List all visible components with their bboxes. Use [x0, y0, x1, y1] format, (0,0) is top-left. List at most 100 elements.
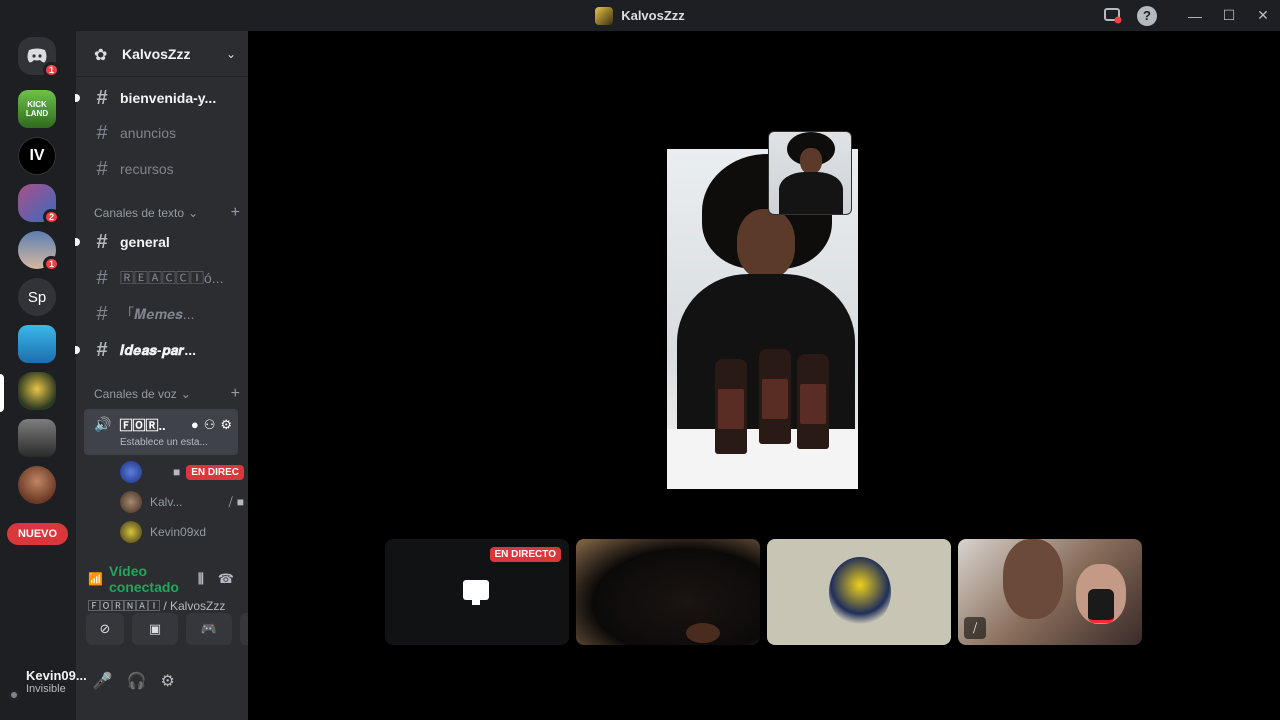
- voice-user-kevin[interactable]: Kevin09xd: [120, 519, 244, 545]
- hash-icon: #: [96, 302, 108, 325]
- channel-name: 𝑰𝒅𝒆𝒂𝒔-𝒑𝒂𝒓...: [120, 341, 197, 358]
- selected-server-pill: [0, 374, 4, 412]
- voice-status-text[interactable]: Establece un esta...: [84, 437, 238, 448]
- voice-user-kalv[interactable]: Kalv... ⧸ ■: [120, 489, 244, 515]
- inbox-icon[interactable]: [1096, 0, 1130, 31]
- notification-badge: 1: [42, 62, 60, 78]
- channel-name: recursos: [120, 161, 174, 177]
- channel-anuncios[interactable]: # anuncios: [84, 117, 244, 149]
- category-voice-channels[interactable]: Canales de voz ⌄ +: [94, 385, 240, 402]
- channel-name: anuncios: [120, 125, 177, 141]
- channel-recursos[interactable]: # recursos: [84, 153, 244, 185]
- screen-share-icon[interactable]: ▣: [132, 613, 178, 645]
- server-10[interactable]: [18, 466, 56, 504]
- channel-name: general: [120, 234, 170, 250]
- voice-user-name: Kevin09xd: [150, 525, 207, 539]
- chat-icon[interactable]: ●: [191, 417, 199, 433]
- avatar: [120, 521, 142, 543]
- server-kick-land[interactable]: KICK LAND: [18, 90, 56, 128]
- speaker-icon: 🔊: [94, 416, 112, 432]
- video-stage: EN DIRECTO ⧸: [248, 31, 1280, 720]
- server-guide-icon: ✿: [94, 46, 108, 64]
- channel-ideas[interactable]: # 𝑰𝒅𝒆𝒂𝒔-𝒑𝒂𝒓...: [75, 334, 244, 366]
- video-tile-camera-2[interactable]: ⧸: [958, 539, 1142, 645]
- hash-icon: #: [96, 157, 108, 180]
- status-indicator: [8, 689, 20, 701]
- user-panel: Kevin09... Invisible 🎤 🎧 ⚙: [8, 650, 175, 712]
- video-content: [737, 209, 795, 279]
- picture-in-picture-video[interactable]: [768, 131, 852, 215]
- activity-icon[interactable]: 🎮: [186, 613, 232, 645]
- live-badge: EN DIREC: [186, 464, 244, 480]
- avatar: [829, 557, 891, 627]
- chevron-down-icon: ⌄: [180, 387, 191, 401]
- microphone-icon[interactable]: 🎤: [93, 671, 113, 691]
- channel-general[interactable]: # general: [75, 226, 244, 258]
- server-sp[interactable]: Sp: [18, 278, 56, 316]
- server-label: Sp: [27, 288, 47, 306]
- mic-muted-icon: ⧸: [964, 617, 986, 639]
- unread-indicator: [75, 238, 80, 246]
- server-4[interactable]: 2: [18, 184, 60, 225]
- avatar: [120, 461, 142, 483]
- video-tile-screen-share[interactable]: EN DIRECTO: [385, 539, 569, 645]
- new-unreads-pill[interactable]: NUEVO: [7, 523, 68, 545]
- video-content: [715, 359, 747, 454]
- voice-connection-panel: 📶 Vídeo conectado ⫼ ☎ 🄵🄾🅁🄽🄰🄸 / KalvosZzz…: [84, 555, 286, 655]
- video-tile-camera[interactable]: [576, 539, 760, 645]
- user-info[interactable]: Kevin09... Invisible: [26, 668, 87, 695]
- connection-location[interactable]: 🄵🄾🅁🄽🄰🄸 / KalvosZzz: [84, 595, 238, 614]
- hash-icon: #: [96, 266, 108, 289]
- category-label: Canales de voz: [94, 387, 177, 401]
- hash-icon: #: [96, 230, 108, 253]
- add-channel-icon[interactable]: +: [231, 204, 240, 222]
- channel-reacciones[interactable]: # 🅁🄴🄰🄲🄲🄸ó...: [84, 262, 244, 294]
- gear-icon[interactable]: ⚙: [161, 671, 175, 691]
- help-icon[interactable]: ?: [1130, 0, 1164, 31]
- server-5[interactable]: 1: [18, 231, 60, 272]
- minimize-icon[interactable]: —: [1178, 0, 1212, 31]
- category-label: Canales de texto: [94, 206, 185, 220]
- camera-icon: ■: [172, 465, 181, 479]
- server-kalvoszzz[interactable]: [18, 372, 56, 410]
- server-iv-studios[interactable]: IV: [18, 137, 56, 175]
- maximize-icon[interactable]: ☐: [1212, 0, 1246, 31]
- channel-bienvenida[interactable]: # bienvenida-y...: [75, 82, 244, 114]
- voice-channel-active[interactable]: 🔊 🄵🄾🅁... ● ⚇ ⚙ Establece un esta...: [84, 409, 238, 455]
- gear-icon[interactable]: ⚙: [220, 417, 232, 433]
- screen-share-icon: [463, 580, 489, 605]
- notification-badge: 1: [42, 256, 60, 272]
- invite-icon[interactable]: ⚇: [204, 417, 216, 433]
- channel-name: 🅁🄴🄰🄲🄲🄸ó...: [120, 270, 224, 286]
- channel-memes[interactable]: # 「𝑴𝒆𝒎𝒆𝒔...: [84, 298, 244, 330]
- discord-home-icon[interactable]: 1: [18, 37, 60, 78]
- chevron-down-icon: ⌄: [225, 46, 236, 61]
- server-7[interactable]: [18, 325, 56, 363]
- server-label: IV: [29, 147, 45, 164]
- guild-header[interactable]: ✿ KalvosZzz ⌄: [76, 31, 248, 77]
- voice-channel-name: 🄵🄾🅁...: [119, 418, 166, 433]
- unread-indicator: [75, 346, 80, 354]
- live-badge: EN DIRECTO: [489, 547, 561, 562]
- connection-status: Vídeo conectado: [108, 563, 179, 595]
- category-text-channels[interactable]: Canales de texto ⌄ +: [94, 204, 240, 221]
- disconnect-icon[interactable]: ☎: [218, 571, 234, 587]
- close-icon[interactable]: ✕: [1246, 0, 1280, 31]
- voice-user-live[interactable]: ■ EN DIREC: [120, 459, 244, 485]
- window-title-text: KalvosZzz: [621, 8, 685, 23]
- hash-icon: #: [96, 121, 108, 144]
- mic-muted-icon: ⧸: [228, 494, 233, 509]
- video-tile-avatar[interactable]: [767, 539, 951, 645]
- camera-off-icon[interactable]: ⊘: [86, 613, 124, 645]
- server-9[interactable]: [18, 419, 56, 457]
- headphones-icon[interactable]: 🎧: [127, 671, 147, 691]
- guild-name: KalvosZzz: [122, 45, 191, 62]
- user-name: Kevin09...: [26, 667, 87, 683]
- noise-suppression-icon[interactable]: ⫼: [198, 571, 204, 587]
- add-channel-icon[interactable]: +: [231, 385, 240, 403]
- signal-icon[interactable]: 📶: [88, 572, 103, 586]
- video-content: [797, 354, 829, 449]
- server-avatar-icon: [595, 6, 614, 25]
- avatar: [120, 491, 142, 513]
- hash-icon: #: [96, 338, 108, 361]
